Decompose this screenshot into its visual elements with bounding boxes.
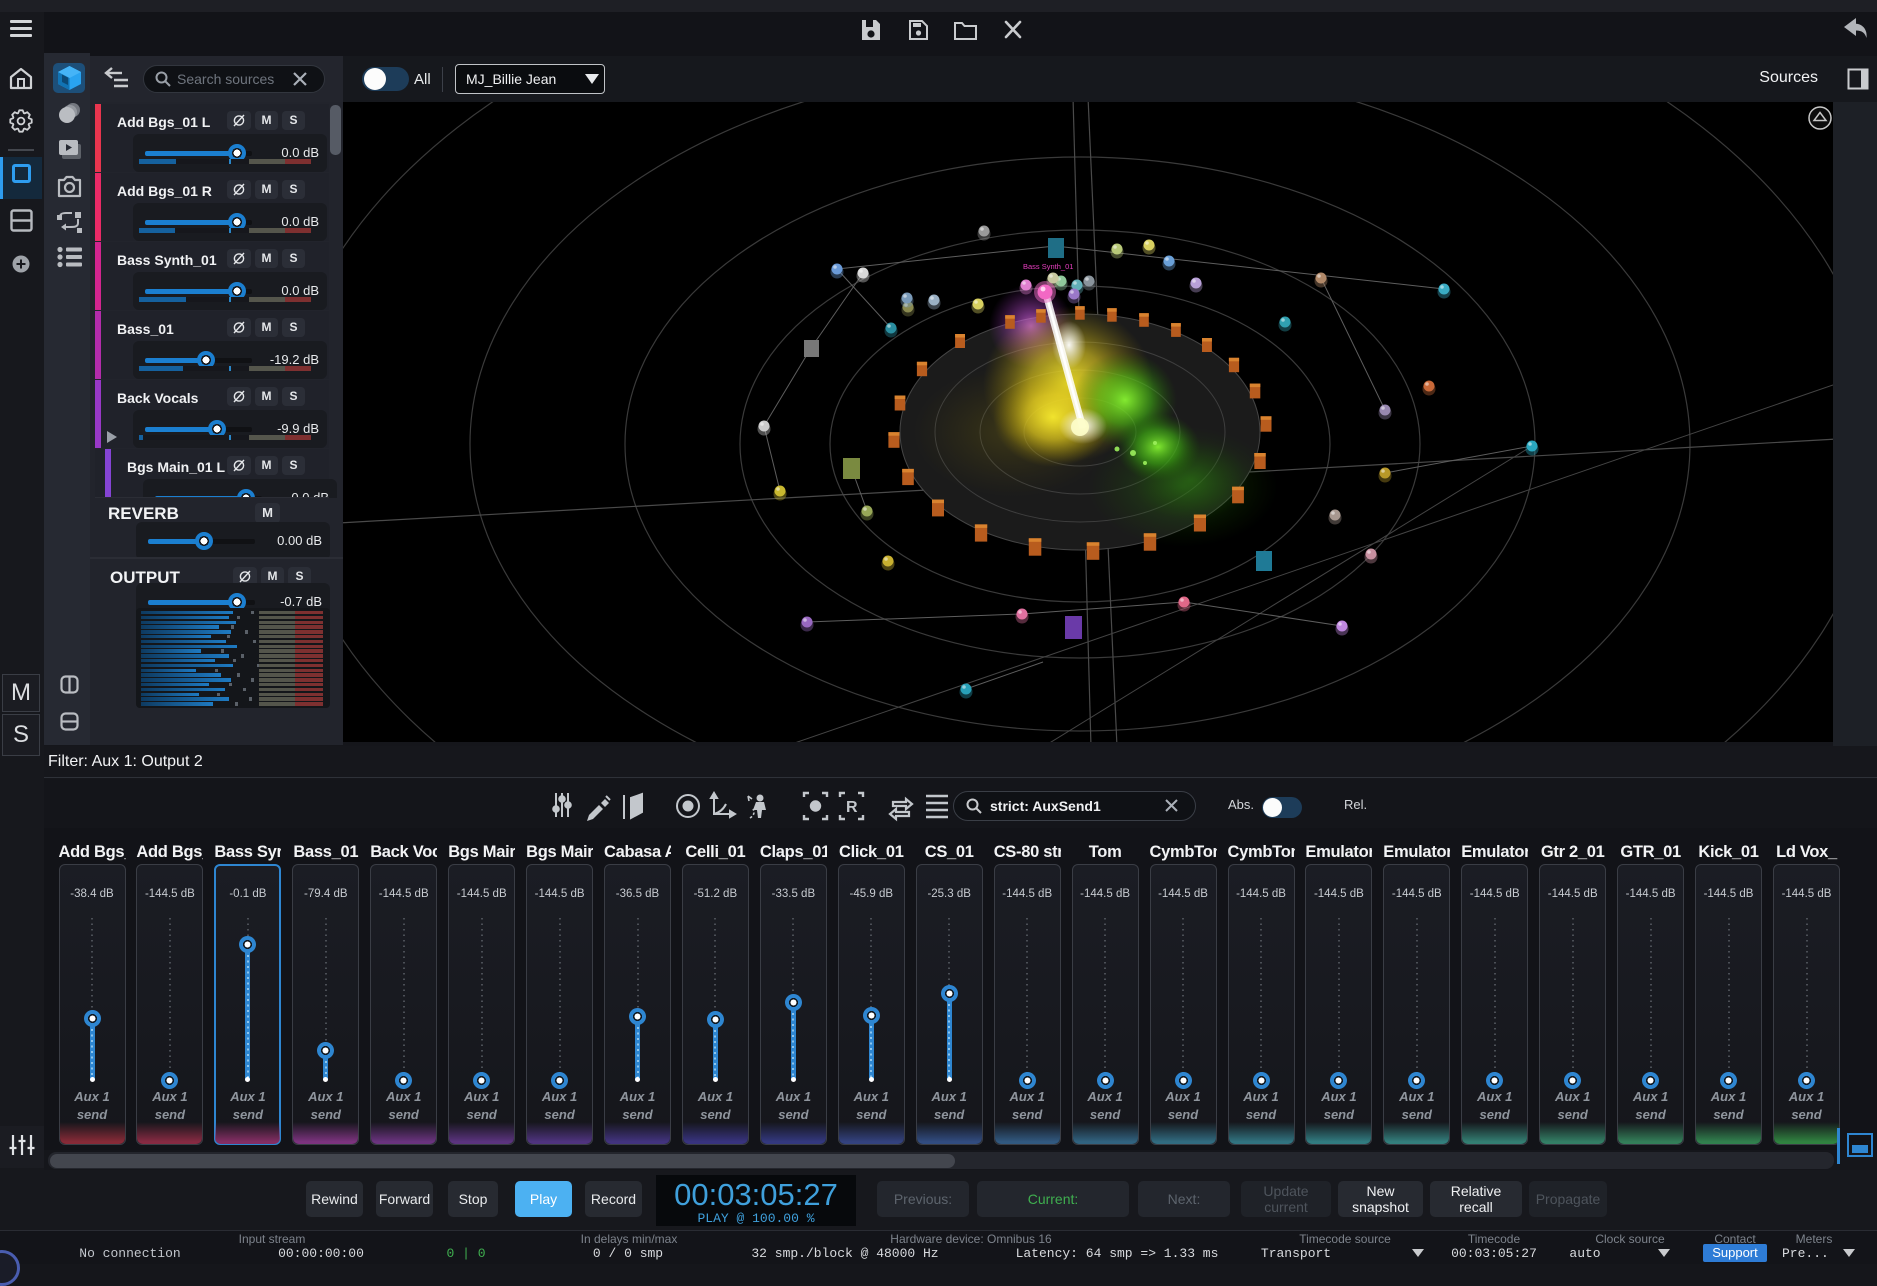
- svg-text:Bass Synth_01: Bass Synth_01: [1023, 262, 1073, 271]
- svg-text:R: R: [846, 799, 858, 816]
